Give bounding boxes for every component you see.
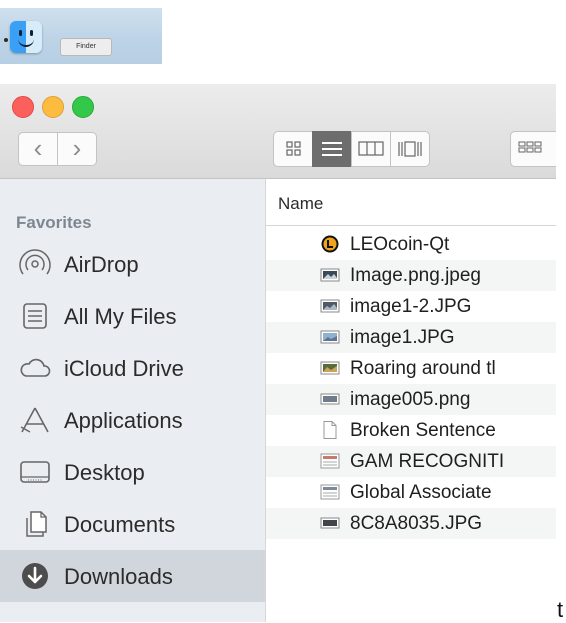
document-icon [320, 484, 340, 500]
sidebar-item-label: Applications [64, 408, 183, 433]
file-name: image005.png [350, 389, 471, 410]
file-row[interactable]: Roaring around tl [266, 353, 556, 384]
applications-icon [20, 407, 49, 433]
list-view-icon [322, 142, 342, 156]
close-button[interactable] [12, 96, 34, 118]
sidebar-item-applications[interactable]: Applications [0, 394, 265, 446]
file-row[interactable]: Image.png.jpeg [266, 260, 556, 291]
sidebar: Favorites AirDrop All My Files iCloud Dr [0, 179, 266, 622]
sidebar-item-documents[interactable]: Documents [0, 498, 265, 550]
icon-view-button[interactable] [273, 131, 313, 167]
file-name: image1-2.JPG [350, 296, 472, 317]
dock: Finder [0, 8, 162, 64]
sidebar-item-icloud-drive[interactable]: iCloud Drive [0, 342, 265, 394]
column-header[interactable]: Name [266, 179, 556, 226]
name-column-header[interactable]: Name [278, 194, 323, 214]
forward-button[interactable]: › [57, 132, 97, 166]
finder-icon-eye [19, 30, 22, 36]
airdrop-icon [19, 249, 51, 275]
file-row[interactable]: image005.png [266, 384, 556, 415]
arrange-button[interactable] [510, 131, 556, 167]
image-icon [320, 517, 340, 529]
sidebar-item-airdrop[interactable]: AirDrop [0, 238, 265, 290]
documents-icon [26, 511, 47, 537]
sidebar-item-desktop[interactable]: Desktop [0, 446, 265, 498]
downloads-icon [22, 563, 48, 589]
file-row[interactable]: 8C8A8035.JPG [266, 508, 556, 539]
toolbar: ‹ › [0, 84, 556, 179]
cover-flow-view-button[interactable] [390, 131, 430, 167]
file-row[interactable]: Global Associate [266, 477, 556, 508]
document-icon [320, 453, 340, 469]
sidebar-section-heading: Favorites [16, 213, 92, 232]
file-row[interactable]: image1-2.JPG [266, 291, 556, 322]
document-icon [323, 421, 337, 439]
minimize-button[interactable] [42, 96, 64, 118]
file-row[interactable]: image1.JPG [266, 322, 556, 353]
file-name: image1.JPG [350, 327, 455, 348]
image-icon [320, 361, 340, 375]
file-row[interactable]: LEOcoin-Qt [266, 229, 556, 260]
sidebar-item-label: Documents [64, 512, 176, 537]
column-view-button[interactable] [351, 131, 391, 167]
app-icon [321, 235, 339, 253]
file-row[interactable]: Broken Sentence [266, 415, 556, 446]
icon-view-icon [286, 141, 301, 156]
file-name: Broken Sentence [350, 420, 496, 441]
image-icon [320, 330, 340, 344]
desktop-icon [20, 461, 50, 483]
file-name: Global Associate [350, 482, 492, 503]
sidebar-item-downloads[interactable]: Downloads [0, 550, 265, 602]
file-name: LEOcoin-Qt [350, 234, 450, 255]
sidebar-item-all-my-files[interactable]: All My Files [0, 290, 265, 342]
dock-running-indicator [4, 38, 8, 42]
finder-icon-eye [30, 30, 33, 36]
image-icon [320, 299, 340, 313]
back-button[interactable]: ‹ [18, 132, 58, 166]
finder-icon-smile [18, 38, 34, 47]
file-row[interactable]: GAM RECOGNITI [266, 446, 556, 477]
sidebar-item-label: iCloud Drive [64, 356, 184, 381]
dock-tooltip: Finder [60, 38, 112, 56]
column-view-icon [358, 141, 384, 156]
chevron-left-icon: ‹ [33, 133, 43, 163]
all-my-files-icon [23, 303, 47, 329]
image-icon [320, 393, 340, 405]
finder-icon[interactable] [10, 21, 42, 53]
zoom-button[interactable] [72, 96, 94, 118]
sidebar-item-label: Desktop [64, 460, 145, 485]
chevron-right-icon: › [72, 133, 82, 163]
file-name: 8C8A8035.JPG [350, 513, 483, 534]
file-name: Roaring around tl [350, 358, 496, 379]
file-name: Image.png.jpeg [350, 265, 481, 286]
image-icon [320, 268, 340, 282]
arrange-grid-icon [518, 141, 542, 153]
file-name: GAM RECOGNITI [350, 451, 505, 472]
sidebar-item-label: Downloads [64, 564, 173, 589]
stray-text: t [557, 597, 564, 622]
icloud-icon [20, 358, 51, 377]
finder-window: ‹ › Favorites AirDrop All My Files iClou… [0, 84, 556, 622]
cover-flow-icon [398, 141, 422, 157]
sidebar-item-label: AirDrop [64, 252, 139, 277]
sidebar-item-label: All My Files [64, 304, 177, 329]
list-view-button[interactable] [312, 131, 352, 167]
file-list: Name LEOcoin-Qt Image.png.jpeg image1-2.… [266, 179, 556, 622]
